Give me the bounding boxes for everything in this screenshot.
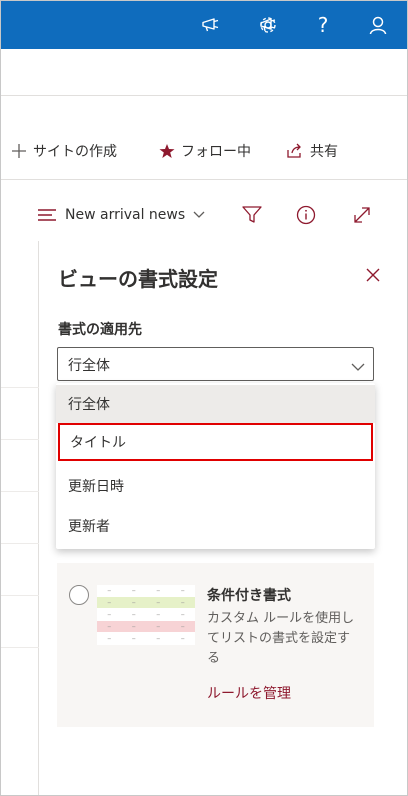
list-row-divider (1, 491, 39, 492)
divider (1, 95, 407, 96)
list-view-icon (37, 208, 57, 222)
follow-button[interactable]: フォロー中 (159, 137, 251, 165)
dropdown-menu: 行全体 タイトル 更新日時 更新者 (56, 383, 375, 549)
conditional-format-preview: – – – – – – – – – – – – – – – – – – – – (97, 585, 195, 657)
view-name: New arrival news (65, 207, 186, 223)
conditional-format-card: – – – – – – – – – – – – – – – – – – – – 条件付き書式 カスタム ルール… (57, 563, 374, 727)
share-button[interactable]: 共有 (286, 137, 338, 165)
info-icon[interactable] (295, 204, 317, 226)
conditional-format-radio[interactable] (69, 585, 89, 605)
preview-row: – – – – (97, 609, 195, 621)
dropdown-option-modified[interactable]: 更新日時 (56, 467, 375, 505)
apply-to-label: 書式の適用先 (58, 322, 142, 338)
preview-row: – – – – (97, 633, 195, 645)
panel-title: ビューの書式設定 (58, 267, 218, 291)
chevron-down-icon (351, 357, 365, 376)
preview-row: – – – – (97, 597, 195, 609)
apply-to-dropdown[interactable]: 行全体 (57, 347, 374, 381)
list-row-divider (1, 543, 39, 544)
create-site-label: サイトの作成 (33, 144, 117, 160)
create-site-button[interactable]: サイトの作成 (11, 137, 117, 165)
expand-icon[interactable] (351, 204, 373, 226)
share-icon (286, 143, 304, 159)
view-selector[interactable]: New arrival news (37, 201, 205, 229)
dropdown-option-modified-by[interactable]: 更新者 (56, 507, 375, 545)
dropdown-option-row-whole[interactable]: 行全体 (56, 385, 375, 423)
app-frame: ? サイトの作成 フォロー中 共有 New arrival news ビューの書… (0, 0, 408, 796)
filter-icon[interactable] (241, 204, 263, 226)
dropdown-option-title[interactable]: タイトル (58, 423, 373, 461)
preview-row: – – – – (97, 585, 195, 597)
star-icon (159, 143, 175, 159)
gear-icon[interactable] (254, 11, 282, 39)
suite-bar-icons: ? (1, 1, 407, 49)
list-row-divider (1, 647, 39, 648)
chevron-down-icon (193, 211, 205, 219)
dropdown-value: 行全体 (68, 358, 110, 374)
help-icon[interactable]: ? (309, 11, 337, 39)
manage-rules-link[interactable]: ルールを管理 (207, 683, 291, 703)
list-row-divider (1, 439, 39, 440)
share-label: 共有 (310, 144, 338, 160)
preview-row: – – – – (97, 621, 195, 633)
plus-icon (11, 143, 27, 159)
format-view-panel: ビューの書式設定 書式の適用先 行全体 行全体 タイトル 更新日時 更新者 – –… (39, 241, 407, 795)
list-row-divider (1, 387, 39, 388)
list-row-divider (1, 595, 39, 596)
person-icon[interactable] (364, 11, 392, 39)
list-column (1, 241, 39, 795)
close-icon[interactable] (363, 265, 383, 285)
conditional-format-title: 条件付き書式 (207, 588, 291, 604)
conditional-format-description: カスタム ルールを使用してリストの書式を設定する (207, 611, 355, 666)
follow-label: フォロー中 (181, 144, 251, 160)
divider (1, 179, 407, 180)
megaphone-icon[interactable] (197, 11, 225, 39)
